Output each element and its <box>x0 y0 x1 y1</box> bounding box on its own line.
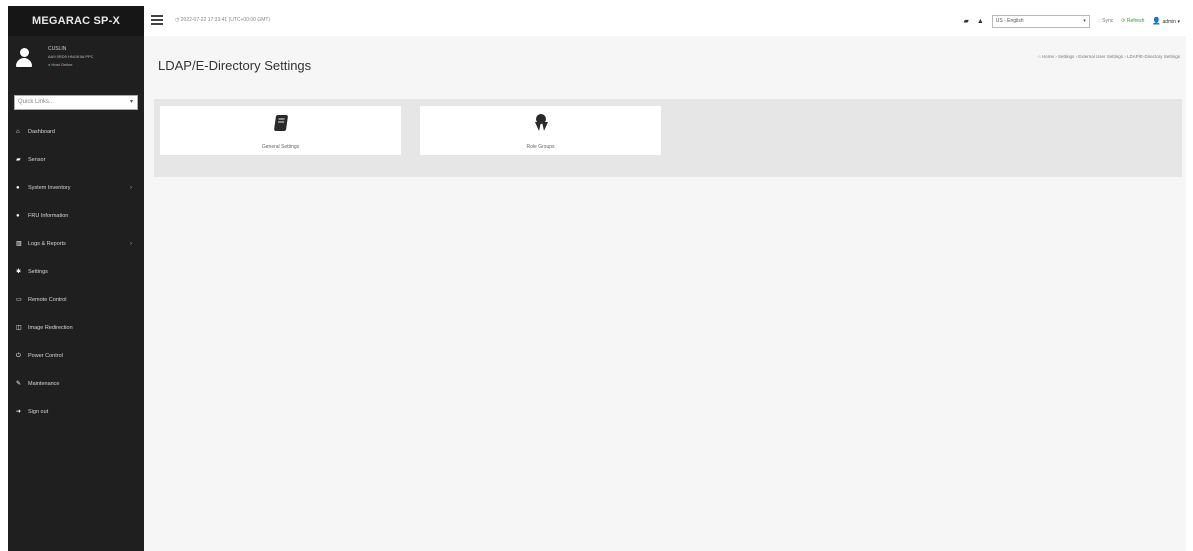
top-header: ◷ 2022-07-22 17:33:41 (UTC+00:00 GMT) ▰ … <box>144 6 1186 36</box>
brand-title[interactable]: MEGARAC SP-X <box>8 6 144 36</box>
quick-links-placeholder: Quick Links... <box>18 99 55 105</box>
sidebar-item-label: Settings <box>28 269 48 275</box>
host-status: ● Host Online <box>48 62 72 67</box>
sidebar-item-power-control[interactable]: ⏻ Power Control <box>8 342 144 370</box>
host-status-label: Host Online <box>51 62 73 67</box>
sync-button[interactable]: ◌ Sync <box>1098 18 1113 24</box>
app-frame: MEGARAC SP-X CUSLIN AA9 0RD9 HNIJK9A PPC… <box>8 6 1186 551</box>
sidebar-item-label: Image Redirection <box>28 325 73 331</box>
chevron-down-icon: ▾ <box>129 99 133 105</box>
sidebar-item-label: Power Control <box>28 353 63 359</box>
server-datetime: ◷ 2022-07-22 17:33:41 (UTC+00:00 GMT) <box>175 17 271 23</box>
sidebar-item-label: Sensor <box>28 157 46 163</box>
bar-chart-icon: ▥ <box>16 241 22 247</box>
sidebar-item-image-redirection[interactable]: ◫ Image Redirection <box>8 314 144 342</box>
sidebar-item-remote-control[interactable]: ▭ Remote Control <box>8 286 144 314</box>
user-panel: CUSLIN AA9 0RD9 HNIJK9A PPC ● Host Onlin… <box>8 36 144 84</box>
notifications-icon[interactable]: ▰ <box>963 17 968 25</box>
role-groups-card[interactable]: Role Groups <box>420 106 661 155</box>
gear-icon: ✱ <box>16 269 22 275</box>
language-select[interactable]: US - English ▾ <box>991 14 1090 28</box>
card-label: General Settings <box>261 144 300 150</box>
menu-toggle-icon[interactable] <box>151 15 163 25</box>
user-icon: 👤 <box>1152 18 1162 25</box>
card-label: Role Groups <box>526 144 555 150</box>
refresh-button[interactable]: ⟳ Refresh <box>1121 18 1144 24</box>
user-avatar-icon <box>16 48 32 68</box>
chevron-right-icon: › <box>130 185 132 191</box>
language-value: US - English <box>995 17 1024 24</box>
general-settings-card[interactable]: General Settings <box>160 106 401 155</box>
settings-panel: General Settings Role Groups <box>154 99 1182 177</box>
sidebar-item-label: Remote Control <box>28 297 67 303</box>
disk-icon: ◫ <box>16 325 22 331</box>
user-menu[interactable]: 👤 admin ▾ <box>1152 17 1180 25</box>
award-icon <box>534 114 548 132</box>
sidebar-item-label: FRU Information <box>28 213 69 219</box>
sidebar-item-sensor[interactable]: ▰ Sensor <box>8 146 144 174</box>
sidebar-item-label: Dashboard <box>28 129 55 135</box>
page-title: LDAP/E-Directory Settings <box>158 58 312 73</box>
sidebar-nav: ⌂ Dashboard ▰ Sensor ● System Inventory › ● FRU … <box>8 118 144 426</box>
sidebar-item-settings[interactable]: ✱ Settings <box>8 258 144 286</box>
breadcrumb[interactable]: ⌂ Home › Settings › External User Settin… <box>1038 54 1180 59</box>
wrench-icon: ✎ <box>16 381 22 387</box>
power-icon: ⏻ <box>16 353 21 359</box>
sidebar-item-label: Maintenance <box>28 381 60 387</box>
user-menu-label: admin ▾ <box>1162 19 1180 25</box>
sidebar-item-system-inventory[interactable]: ● System Inventory › <box>8 174 144 202</box>
status-dot-icon: ● <box>48 62 51 67</box>
sidebar-item-label: Sign out <box>28 409 49 415</box>
quick-links-select[interactable]: Quick Links... ▾ <box>14 95 138 110</box>
alert-icon[interactable]: ▲ <box>977 18 984 25</box>
user-name: CUSLIN <box>48 46 67 52</box>
header-actions: ▰ ▲ US - English ▾ ◌ Sync ⟳ Refresh 👤 ad… <box>963 14 1180 28</box>
monitor-icon: ▭ <box>16 297 22 303</box>
chevron-down-icon: ▾ <box>1083 17 1086 24</box>
sidebar: MEGARAC SP-X CUSLIN AA9 0RD9 HNIJK9A PPC… <box>8 6 144 551</box>
circle-info-icon: ● <box>16 213 20 219</box>
circle-info-icon: ● <box>16 185 20 191</box>
car-icon: ▰ <box>16 157 21 163</box>
user-detail: AA9 0RD9 HNIJK9A PPC <box>48 54 94 59</box>
sign-out-icon: ➜ <box>16 409 22 415</box>
chevron-right-icon: › <box>130 241 132 247</box>
sidebar-item-logs-reports[interactable]: ▥ Logs & Reports › <box>8 230 144 258</box>
sidebar-item-sign-out[interactable]: ➜ Sign out <box>8 398 144 426</box>
sidebar-item-dashboard[interactable]: ⌂ Dashboard <box>8 118 144 146</box>
sidebar-item-maintenance[interactable]: ✎ Maintenance <box>8 370 144 398</box>
book-icon <box>273 115 288 131</box>
sidebar-item-fru-information[interactable]: ● FRU Information <box>8 202 144 230</box>
sidebar-item-label: System Inventory <box>28 185 71 191</box>
home-icon: ⌂ <box>16 129 20 135</box>
sidebar-item-label: Logs & Reports <box>28 241 66 247</box>
